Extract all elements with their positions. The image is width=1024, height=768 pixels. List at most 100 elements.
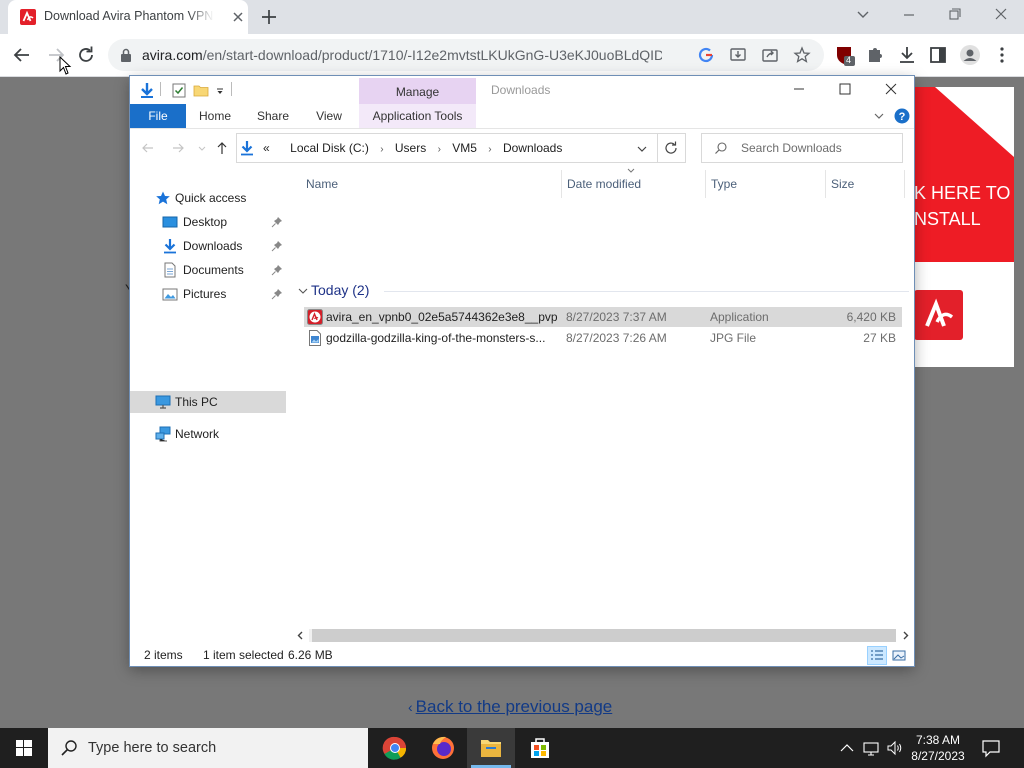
side-panel-icon[interactable] <box>926 43 950 67</box>
tab-home[interactable]: Home <box>190 104 240 128</box>
explorer-maximize-icon[interactable] <box>822 76 868 104</box>
pin-icon[interactable] <box>271 240 283 252</box>
new-folder-icon[interactable] <box>192 81 210 99</box>
properties-check-icon[interactable] <box>170 81 188 99</box>
taskbar-clock[interactable]: 7:38 AM 8/27/2023 <box>906 732 970 764</box>
breadcrumb-item-local-disk[interactable]: Local Disk (C:) <box>290 141 369 155</box>
scroll-left-arrow-icon[interactable] <box>295 630 306 641</box>
qat-customize-dropdown-icon[interactable] <box>212 81 230 99</box>
share-icon[interactable] <box>761 46 779 64</box>
column-divider[interactable] <box>904 170 905 198</box>
new-tab-plus-icon[interactable] <box>258 6 280 28</box>
recent-locations-chevron-icon[interactable] <box>194 140 210 156</box>
group-collapse-chevron-icon[interactable] <box>298 286 308 296</box>
tab-application-tools[interactable]: Application Tools <box>359 104 476 128</box>
pin-icon[interactable] <box>271 288 283 300</box>
pin-icon[interactable] <box>271 264 283 276</box>
column-header-date-modified[interactable]: Date modified <box>567 177 641 191</box>
url-text[interactable]: avira.com/en/start-download/product/1710… <box>142 47 662 64</box>
nav-item-documents[interactable]: Documents <box>130 259 286 281</box>
close-window-icon[interactable] <box>987 4 1015 26</box>
scroll-right-arrow-icon[interactable] <box>900 630 911 641</box>
star-icon <box>155 190 171 206</box>
tab-share[interactable]: Share <box>248 104 298 128</box>
help-icon[interactable]: ? <box>894 108 910 124</box>
address-bar[interactable]: avira.com/en/start-download/product/1710… <box>108 39 824 71</box>
lock-icon[interactable] <box>120 48 132 62</box>
nav-item-downloads[interactable]: Downloads <box>130 235 286 257</box>
up-arrow-icon[interactable] <box>214 140 230 156</box>
tab-view[interactable]: View <box>305 104 353 128</box>
banner-cta-text[interactable]: K HERE TO NSTALL <box>914 180 1024 232</box>
start-button[interactable] <box>0 728 48 768</box>
nav-item-pictures[interactable]: Pictures <box>130 283 286 305</box>
breadcrumb-separator-icon[interactable]: › <box>380 144 383 155</box>
column-divider[interactable] <box>561 170 562 198</box>
network-icon <box>155 426 171 442</box>
column-divider[interactable] <box>705 170 706 198</box>
profile-avatar-icon[interactable] <box>958 43 982 67</box>
explorer-title-bar[interactable]: Manage Downloads <box>130 76 914 106</box>
bookmark-star-icon[interactable] <box>793 46 811 64</box>
network-tray-icon[interactable] <box>862 739 880 757</box>
pin-icon[interactable] <box>271 216 283 228</box>
downloads-icon[interactable] <box>895 43 919 67</box>
explorer-minimize-icon[interactable] <box>776 76 822 104</box>
column-header-size[interactable]: Size <box>831 177 854 191</box>
explorer-back-arrow-icon[interactable] <box>140 140 156 156</box>
action-center-notification-icon[interactable] <box>981 738 1001 758</box>
nav-item-quick-access[interactable]: Quick access <box>130 187 286 209</box>
file-date: 8/27/2023 7:26 AM <box>566 331 667 345</box>
taskbar-file-explorer[interactable] <box>467 728 515 768</box>
taskbar-chrome[interactable] <box>371 728 419 768</box>
restore-icon[interactable] <box>941 4 969 26</box>
install-app-icon[interactable] <box>729 46 747 64</box>
expand-ribbon-chevron-down-icon[interactable] <box>872 109 886 123</box>
breadcrumb-item-downloads[interactable]: Downloads <box>503 141 562 155</box>
explorer-search-input[interactable]: Search Downloads <box>701 133 903 163</box>
breadcrumb-item-users[interactable]: Users <box>395 141 426 155</box>
scrollbar-thumb[interactable] <box>312 629 896 642</box>
nav-item-network[interactable]: Network <box>130 423 286 445</box>
tab-close-icon[interactable] <box>230 9 246 25</box>
explorer-address-bar[interactable]: « Local Disk (C:) › Users › VM5 › Downlo… <box>236 133 658 163</box>
minimize-icon[interactable] <box>895 4 923 26</box>
url-host: avira.com <box>142 47 203 63</box>
column-divider[interactable] <box>825 170 826 198</box>
tab-file[interactable]: File <box>130 104 186 128</box>
volume-icon[interactable] <box>886 739 904 757</box>
breadcrumb-item-vm5[interactable]: VM5 <box>452 141 477 155</box>
google-lens-icon[interactable] <box>697 46 715 64</box>
file-row-godzilla-jpg[interactable]: godzilla-godzilla-king-of-the-monsters-s… <box>304 328 902 348</box>
group-header-today[interactable]: Today (2) <box>311 282 369 298</box>
taskbar-microsoft-store[interactable] <box>516 728 564 768</box>
explorer-refresh-button[interactable] <box>657 133 686 163</box>
nav-item-this-pc[interactable]: This PC <box>130 391 286 413</box>
address-history-chevron-down-icon[interactable] <box>635 142 649 156</box>
back-arrow-icon[interactable] <box>10 43 34 67</box>
file-row-avira-installer[interactable]: avira_en_vpnb0_02e5a5744362e3e8__pvp... … <box>304 307 902 327</box>
ublock-extension-icon[interactable]: 4 <box>832 43 856 67</box>
tab-search-chevron-down-icon[interactable] <box>849 4 877 26</box>
column-header-type[interactable]: Type <box>711 177 737 191</box>
large-icons-view-button[interactable] <box>889 646 909 665</box>
breadcrumb-separator-icon[interactable]: › <box>438 144 441 155</box>
browser-tab-active[interactable]: Download Avira Phantom VPN F <box>8 0 248 34</box>
explorer-close-icon[interactable] <box>868 76 914 104</box>
show-hidden-icons-chevron-up-icon[interactable] <box>838 739 856 757</box>
column-header-name[interactable]: Name <box>306 177 338 191</box>
reload-icon[interactable] <box>74 43 98 67</box>
horizontal-scrollbar[interactable] <box>292 627 914 644</box>
details-view-button[interactable] <box>867 646 887 665</box>
breadcrumb-separator-icon[interactable]: › <box>488 144 491 155</box>
back-to-previous-page-link[interactable]: ‹ Back to the previous page <box>408 697 612 717</box>
taskbar-search-box[interactable]: Type here to search <box>48 728 368 768</box>
taskbar-firefox[interactable] <box>419 728 467 768</box>
breadcrumb-overflow[interactable]: « <box>263 141 270 155</box>
chrome-menu-icon[interactable] <box>990 43 1014 67</box>
banner-red-area[interactable] <box>905 87 1014 262</box>
nav-item-desktop[interactable]: Desktop <box>130 211 286 233</box>
manage-contextual-tab[interactable]: Manage <box>359 78 476 106</box>
extensions-puzzle-icon[interactable] <box>863 43 887 67</box>
explorer-forward-arrow-icon[interactable] <box>170 140 186 156</box>
